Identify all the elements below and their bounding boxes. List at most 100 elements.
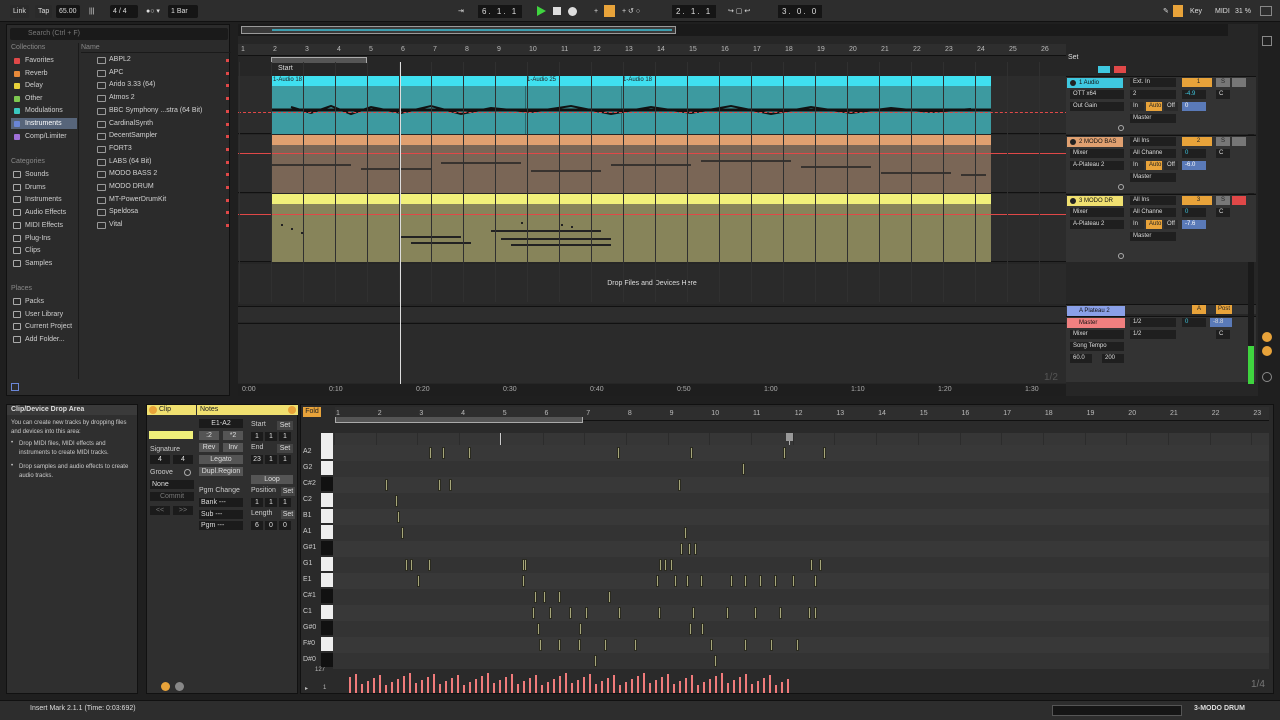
position-set-button[interactable]: Set [281, 487, 295, 496]
plugin-item[interactable]: ABPL2 [89, 54, 233, 67]
groove-hot-swap-icon[interactable] [184, 469, 191, 476]
loop-toggle[interactable]: Loop [251, 475, 293, 484]
arrangement-ruler[interactable] [238, 44, 1066, 56]
monitor-auto-button[interactable]: Auto [1146, 220, 1162, 229]
midi-note[interactable] [658, 607, 661, 619]
velocity-bar[interactable] [667, 674, 669, 693]
master-device-chooser[interactable]: Mixer [1070, 330, 1124, 339]
piano-key[interactable] [321, 493, 333, 507]
velocity-bar[interactable] [697, 685, 699, 693]
nudge-right-button[interactable]: >> [173, 506, 193, 515]
track-volume[interactable]: 0 [1182, 149, 1206, 158]
piano-key[interactable] [321, 637, 333, 651]
plugin-item[interactable]: FORT3 [89, 143, 233, 156]
plugin-item[interactable]: CardinalSynth [89, 118, 233, 131]
velocity-bar[interactable] [457, 675, 459, 693]
velocity-bar[interactable] [781, 682, 783, 693]
sub-bank-field[interactable]: Sub --- [199, 510, 243, 519]
velocity-bar[interactable] [487, 673, 489, 693]
collection-item[interactable]: Instruments [11, 118, 77, 129]
length-beat[interactable]: 0 [265, 521, 277, 530]
velocity-bar[interactable] [463, 685, 465, 693]
midi-note[interactable] [823, 447, 826, 459]
track-send[interactable]: 0 [1182, 102, 1206, 111]
zoom-in-icon[interactable] [1262, 332, 1272, 342]
midi-note[interactable] [618, 607, 621, 619]
master-out[interactable]: 1/2 [1130, 330, 1176, 339]
track-pan[interactable]: C [1216, 208, 1230, 217]
end-beat[interactable]: 1 [265, 455, 277, 464]
set-button[interactable]: Set [1068, 54, 1079, 61]
nudge-left-button[interactable]: << [150, 506, 170, 515]
velocity-bar[interactable] [757, 681, 759, 693]
midi-note[interactable] [656, 575, 659, 587]
audio-clip[interactable]: 1-Audio 18 1-Audio 25 1-Audio 18 [271, 76, 991, 134]
input-type-chooser[interactable]: Ext. In [1130, 78, 1176, 87]
midi-note[interactable] [385, 479, 388, 491]
key-map-button[interactable]: Key [1187, 5, 1205, 18]
category-item[interactable]: MIDI Effects [11, 220, 77, 231]
category-item[interactable]: Samples [11, 258, 77, 269]
midi-note[interactable] [744, 639, 747, 651]
piano-key[interactable] [321, 653, 333, 667]
drop-files-zone[interactable]: Drop Files and Devices Here [238, 264, 1066, 304]
plugin-item[interactable]: LABS (64 Bit) [89, 156, 233, 169]
bank-field[interactable]: Bank --- [199, 498, 243, 507]
invert-button[interactable]: Inv [223, 443, 243, 452]
master-send[interactable]: -8.8 [1210, 318, 1232, 327]
velocity-bar[interactable] [451, 678, 453, 693]
midi-note[interactable] [395, 495, 398, 507]
midi-note[interactable] [558, 591, 561, 603]
track-activator[interactable]: 3 [1182, 196, 1212, 205]
arm-button[interactable] [1232, 78, 1246, 87]
monitor-off-button[interactable]: Off [1164, 102, 1178, 111]
track-activator[interactable]: 2 [1182, 137, 1212, 146]
velocity-bar[interactable] [673, 684, 675, 693]
midi-note[interactable] [449, 479, 452, 491]
midi-note[interactable] [438, 479, 441, 491]
velocity-bar[interactable] [607, 678, 609, 693]
velocity-bar[interactable] [619, 685, 621, 693]
velocity-bar[interactable] [367, 681, 369, 693]
velocity-bar[interactable] [661, 677, 663, 693]
signature-numerator[interactable]: 4 [150, 455, 170, 464]
velocity-bar[interactable] [703, 682, 705, 693]
toggle-io-icon[interactable] [1114, 66, 1126, 73]
output-chooser[interactable]: Master [1130, 173, 1176, 182]
velocity-bar[interactable] [631, 679, 633, 693]
midi-note[interactable] [405, 559, 408, 571]
midi-note[interactable] [678, 479, 681, 491]
plugin-item[interactable]: Speldosa [89, 206, 233, 219]
track-volume[interactable]: -4.9 [1182, 90, 1206, 99]
midi-note[interactable] [569, 607, 572, 619]
length-sixteenth[interactable]: 0 [279, 521, 291, 530]
midi-note[interactable] [692, 607, 695, 619]
midi-note[interactable] [608, 591, 611, 603]
velocity-bar[interactable] [787, 679, 789, 693]
midi-note[interactable] [726, 607, 729, 619]
midi-note[interactable] [659, 559, 662, 571]
device-param-chooser[interactable]: Out Gain [1070, 102, 1124, 111]
velocity-bar[interactable] [691, 675, 693, 693]
velocity-bar[interactable] [685, 678, 687, 693]
piano-key[interactable] [321, 557, 333, 571]
velocity-bar[interactable] [469, 682, 471, 693]
velocity-bar[interactable] [655, 680, 657, 693]
legato-button[interactable]: Legato [199, 455, 243, 464]
monitor-in-button[interactable]: In [1130, 161, 1144, 170]
midi-note[interactable] [770, 639, 773, 651]
velocity-bar[interactable] [601, 681, 603, 693]
fold-button[interactable]: Fold [303, 407, 321, 417]
velocity-bar[interactable] [433, 674, 435, 693]
velocity-bar[interactable] [721, 673, 723, 693]
piano-key[interactable] [321, 509, 333, 523]
velocity-bar[interactable] [565, 673, 567, 693]
piano-key[interactable] [321, 461, 333, 475]
device-param-chooser[interactable]: A-Plateau 2 [1070, 161, 1124, 170]
name-column-header[interactable]: Name [81, 43, 231, 53]
master-pan[interactable]: C [1216, 330, 1230, 339]
velocity-bar[interactable] [709, 679, 711, 693]
plugin-item[interactable]: Atmos 2 [89, 92, 233, 105]
position-bar[interactable]: 1 [251, 498, 263, 507]
midi-note[interactable] [579, 623, 582, 635]
